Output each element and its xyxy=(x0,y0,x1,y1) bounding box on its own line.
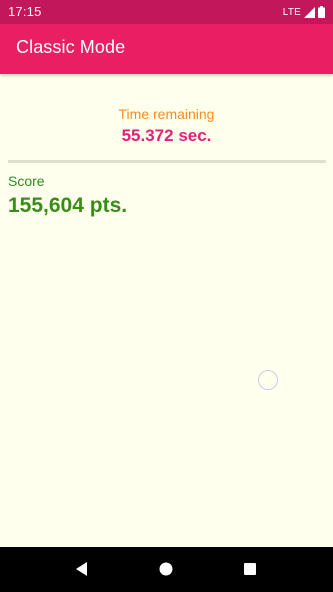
status-time: 17:15 xyxy=(8,4,42,19)
signal-icon xyxy=(304,6,315,18)
recents-icon[interactable] xyxy=(242,561,258,577)
status-icons: LTE xyxy=(283,4,325,20)
game-area[interactable]: Time remaining 55.372 sec. Score 155,604… xyxy=(0,74,333,547)
time-remaining-label: Time remaining xyxy=(118,106,215,122)
network-type-label: LTE xyxy=(282,6,301,18)
score-label: Score xyxy=(8,173,45,189)
page-title: Classic Mode xyxy=(16,37,126,57)
target-circle[interactable] xyxy=(258,370,278,390)
divider xyxy=(8,160,326,163)
time-remaining-value: 55.372 sec. xyxy=(121,126,212,145)
back-icon[interactable] xyxy=(74,561,90,577)
home-icon[interactable] xyxy=(158,561,174,577)
app-bar: Classic Mode xyxy=(0,24,333,74)
navigation-bar xyxy=(0,547,333,592)
score-value: 155,604 pts. xyxy=(8,194,128,217)
battery-icon xyxy=(318,6,325,18)
status-bar: 17:15 LTE xyxy=(0,0,333,24)
